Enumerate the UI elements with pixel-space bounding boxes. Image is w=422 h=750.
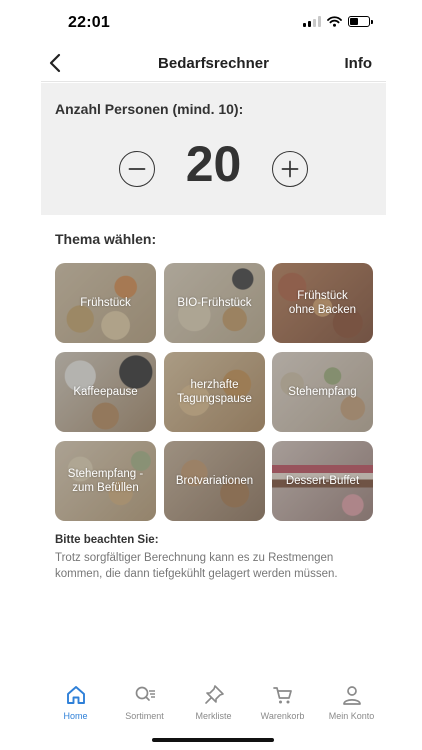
theme-tile-brotvariationen[interactable]: Brotvariationen (164, 441, 265, 521)
tile-label: Frühstück ohne Backen (288, 289, 357, 316)
home-indicator (152, 738, 274, 742)
notice-title: Bitte beachten Sie: (55, 534, 159, 546)
tab-label: Merkliste (195, 711, 232, 721)
tile-label: Dessert-Buffet (285, 474, 360, 487)
theme-tile-kaffeepause[interactable]: Kaffeepause (55, 352, 156, 432)
status-icons (303, 16, 373, 27)
tab-bar: Home Sortiment Merkliste Warenkorb Mein … (41, 676, 386, 726)
tile-label: Kaffeepause (73, 385, 138, 398)
tab-home[interactable]: Home (41, 676, 110, 726)
theme-heading: Thema wählen: (55, 231, 157, 247)
info-button[interactable]: Info (345, 55, 373, 72)
tab-merkliste[interactable]: Merkliste (179, 676, 248, 726)
tab-sortiment[interactable]: Sortiment (110, 676, 179, 726)
decrease-persons-button[interactable] (119, 151, 155, 187)
persons-panel: Anzahl Personen (mind. 10): 20 (41, 83, 386, 215)
theme-tile-herzhafte-tagungspause[interactable]: herzhafte Tagungspause (164, 352, 265, 432)
page-title: Bedarfsrechner (158, 55, 269, 72)
tab-label: Sortiment (125, 711, 164, 721)
pin-icon (204, 685, 224, 704)
user-icon (342, 686, 361, 705)
tile-label: herzhafte Tagungspause (177, 378, 252, 405)
theme-tile-fruehstueck-ohne-backen[interactable]: Frühstück ohne Backen (272, 263, 373, 343)
persons-count: 20 (185, 136, 242, 192)
tab-label: Warenkorb (260, 711, 305, 721)
status-time: 22:01 (68, 14, 110, 31)
theme-tile-stehempfang-zum-befuellen[interactable]: Stehempfang - zum Befüllen (55, 441, 156, 521)
signal-icon (303, 16, 321, 27)
cart-icon (272, 687, 292, 704)
persons-label: Anzahl Personen (mind. 10): (55, 101, 244, 117)
theme-tile-bio-fruehstueck[interactable]: BIO-Frühstück (164, 263, 265, 343)
theme-grid: Frühstück BIO-Frühstück Frühstück ohne B… (55, 263, 373, 521)
search-list-icon (135, 686, 155, 701)
home-icon (66, 686, 85, 704)
tile-label: Stehempfang - zum Befüllen (67, 467, 144, 494)
increase-persons-button[interactable] (272, 151, 308, 187)
nav-bar: Bedarfsrechner Info (41, 44, 386, 82)
tile-label: Stehempfang (288, 385, 357, 398)
wifi-icon (327, 16, 342, 27)
tile-label: BIO-Frühstück (177, 296, 252, 309)
theme-tile-stehempfang[interactable]: Stehempfang (272, 352, 373, 432)
tab-label: Home (63, 711, 88, 721)
theme-tile-fruehstueck[interactable]: Frühstück (55, 263, 156, 343)
notice-text: Trotz sorgfältiger Berechnung kann es zu… (55, 552, 338, 580)
tab-warenkorb[interactable]: Warenkorb (248, 676, 317, 726)
tab-label: Mein Konto (328, 711, 375, 721)
battery-icon (348, 16, 373, 27)
tile-label: Brotvariationen (175, 474, 254, 487)
theme-tile-dessert-buffet[interactable]: Dessert-Buffet (272, 441, 373, 521)
status-bar: 22:01 (0, 0, 422, 46)
tile-label: Frühstück (80, 296, 131, 309)
tab-mein-konto[interactable]: Mein Konto (317, 676, 386, 726)
